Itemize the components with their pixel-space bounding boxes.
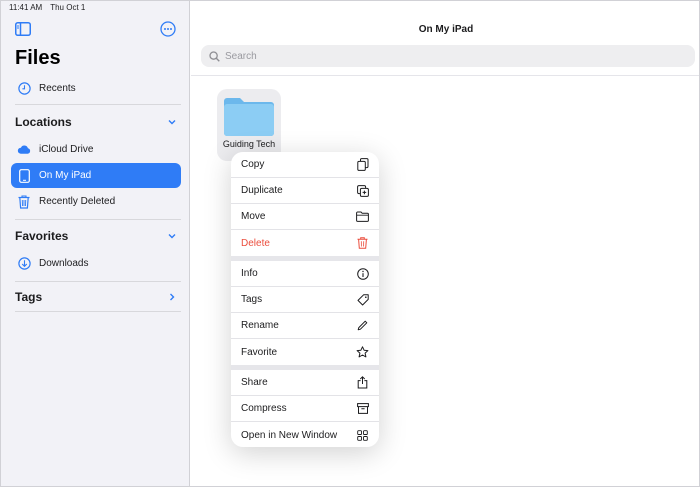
- search-input[interactable]: [225, 50, 665, 62]
- section-locations[interactable]: Locations: [15, 112, 177, 132]
- menu-item-label: Tags: [241, 294, 263, 305]
- info-icon: [356, 267, 369, 280]
- menu-item-delete[interactable]: Delete: [231, 230, 379, 256]
- menu-item-copy[interactable]: Copy: [231, 152, 379, 178]
- section-label: Tags: [15, 290, 43, 304]
- sidebar-toggle-icon[interactable]: [15, 22, 31, 36]
- chevron-down-icon: [167, 231, 177, 241]
- new-window-icon: [356, 429, 369, 442]
- folder-icon[interactable]: [223, 95, 275, 137]
- trash-icon: [17, 194, 31, 209]
- divider: [15, 311, 181, 312]
- menu-item-move[interactable]: Move: [231, 204, 379, 230]
- duplicate-icon: [356, 184, 369, 197]
- star-icon: [356, 346, 369, 359]
- menu-item-label: Duplicate: [241, 185, 283, 196]
- sidebar-item-label: Recently Deleted: [39, 196, 116, 207]
- sidebar: Files Recents Locations iCloud Drive On …: [1, 1, 190, 486]
- sidebar-item-label: On My iPad: [39, 170, 92, 181]
- sidebar-item-recently-deleted[interactable]: Recently Deleted: [11, 189, 181, 214]
- sidebar-item-label: Recents: [39, 83, 76, 94]
- context-menu: Copy Duplicate Move Delete Info Tags Ren…: [231, 152, 379, 447]
- menu-item-rename[interactable]: Rename: [231, 313, 379, 339]
- folder-name: Guiding Tech: [222, 139, 276, 149]
- status-date: Thu Oct 1: [50, 3, 86, 12]
- sidebar-title: Files: [15, 47, 61, 69]
- menu-item-compress[interactable]: Compress: [231, 396, 379, 422]
- section-label: Locations: [15, 115, 72, 129]
- chevron-down-icon: [167, 117, 177, 127]
- status-time: 11:41 AM: [9, 3, 43, 12]
- menu-item-tags[interactable]: Tags: [231, 287, 379, 313]
- menu-item-share[interactable]: Share: [231, 370, 379, 396]
- ipad-icon: [17, 168, 31, 183]
- divider: [15, 104, 181, 105]
- tag-icon: [356, 293, 369, 306]
- sidebar-item-label: iCloud Drive: [39, 144, 94, 155]
- clock-icon: [17, 82, 31, 96]
- archive-icon: [356, 402, 369, 415]
- cloud-icon: [17, 143, 31, 157]
- more-options-icon[interactable]: [160, 21, 176, 37]
- menu-item-label: Favorite: [241, 346, 278, 358]
- app-window: 11:41 AM Thu Oct 1 Files Recents Locatio…: [0, 0, 700, 487]
- trash-icon: [356, 237, 369, 250]
- sidebar-item-on-my-ipad[interactable]: On My iPad: [11, 163, 181, 188]
- folder-icon: [356, 210, 369, 223]
- sidebar-item-icloud-drive[interactable]: iCloud Drive: [11, 137, 181, 162]
- menu-item-label: Info: [241, 268, 258, 279]
- sidebar-item-label: Downloads: [39, 258, 89, 269]
- section-label: Favorites: [15, 229, 69, 243]
- copy-icon: [356, 158, 369, 171]
- menu-item-label: Delete: [241, 237, 270, 249]
- sidebar-item-recents[interactable]: Recents: [11, 76, 181, 101]
- divider: [15, 219, 181, 220]
- search-bar[interactable]: [201, 45, 695, 67]
- sidebar-item-downloads[interactable]: Downloads: [11, 251, 181, 276]
- pencil-icon: [356, 319, 369, 332]
- menu-item-label: Copy: [241, 159, 265, 170]
- menu-item-label: Move: [241, 211, 266, 222]
- menu-item-duplicate[interactable]: Duplicate: [231, 178, 379, 204]
- status-bar: 11:41 AM Thu Oct 1: [9, 3, 85, 15]
- menu-item-label: Share: [241, 377, 268, 388]
- share-icon: [356, 376, 369, 389]
- menu-item-label: Open in New Window: [241, 429, 338, 441]
- menu-item-open-in-new-window[interactable]: Open in New Window: [231, 422, 379, 447]
- page-title: On My iPad: [418, 24, 474, 35]
- menu-item-favorite[interactable]: Favorite: [231, 339, 379, 365]
- divider: [15, 281, 181, 282]
- chevron-right-icon: [167, 292, 177, 302]
- menu-item-label: Compress: [241, 403, 287, 414]
- download-icon: [17, 257, 31, 271]
- search-icon: [209, 50, 220, 62]
- divider: [191, 75, 699, 76]
- section-tags[interactable]: Tags: [15, 287, 177, 307]
- menu-item-info[interactable]: Info: [231, 261, 379, 287]
- section-favorites[interactable]: Favorites: [15, 226, 177, 246]
- menu-item-label: Rename: [241, 320, 279, 331]
